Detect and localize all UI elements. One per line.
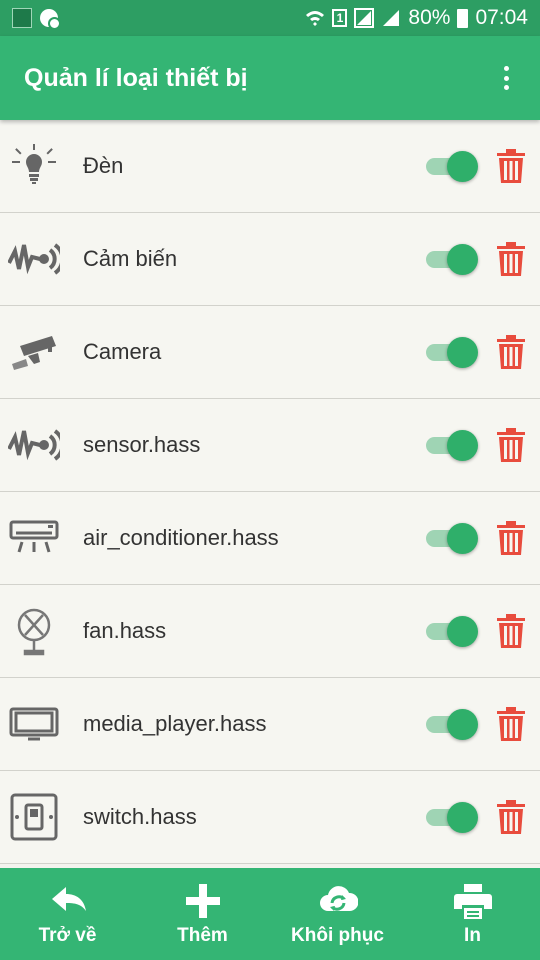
delete-icon[interactable] [496,427,526,463]
enable-toggle[interactable] [426,523,478,554]
enable-toggle[interactable] [426,244,478,275]
device-type-label: fan.hass [83,618,167,643]
device-type-list: Đèn Cảm biến Camera sensor.hass air_cond… [0,120,540,868]
app-bar: Quản lí loại thiết bị [0,36,540,120]
cloud-sync-icon [319,886,358,911]
back-button-label: Trở về [38,925,97,946]
switch-icon [6,789,62,845]
device-type-label: sensor.hass [83,432,201,457]
enable-toggle[interactable] [426,430,478,461]
back-arrow-icon [51,887,86,911]
delete-icon[interactable] [496,334,526,370]
enable-toggle[interactable] [426,337,478,368]
signal-icon-2 [383,10,400,26]
battery-icon [457,8,469,28]
status-bar: 1 80% 07:04 [0,0,540,36]
signal-icon [354,8,375,28]
add-button[interactable]: Thêm [135,868,270,960]
add-button-label: Thêm [177,925,228,946]
tv-icon [6,696,62,752]
more-vert-icon[interactable] [496,63,516,93]
air-conditioner-icon [6,510,62,566]
bottom-action-bar: Trở về Thêm Khôi phục In [0,868,540,960]
sensor-icon [6,417,62,473]
delete-icon[interactable] [496,148,526,184]
wifi-icon [306,11,325,26]
sensor-icon [6,231,62,287]
list-item[interactable]: Cảm biến [0,213,540,306]
device-type-label: Cảm biến [83,246,178,271]
delete-icon[interactable] [496,241,526,277]
lightbulb-icon [6,138,62,194]
list-item[interactable]: Đèn [0,120,540,213]
camera-icon [6,324,62,380]
enable-toggle[interactable] [426,802,478,833]
list-item[interactable]: air_conditioner.hass [0,492,540,585]
battery-percent: 80% [408,6,451,29]
back-button[interactable]: Trở về [0,868,135,960]
device-type-label: switch.hass [83,804,197,829]
list-item[interactable]: media_player.hass [0,678,540,771]
delete-icon[interactable] [496,799,526,835]
sim-indicator: 1 [332,9,348,27]
list-item[interactable]: fan.hass [0,585,540,678]
device-type-label: Đèn [83,153,124,178]
restore-button[interactable]: Khôi phục [270,868,405,960]
clock: 07:04 [475,6,528,29]
fan-icon [6,603,62,659]
device-type-label: media_player.hass [83,711,267,736]
enable-toggle[interactable] [426,151,478,182]
notification-icon [40,9,61,30]
restore-button-label: Khôi phục [291,925,384,946]
printer-icon [453,884,492,919]
enable-toggle[interactable] [426,616,478,647]
list-item[interactable]: sensor.hass [0,399,540,492]
plus-icon [185,884,220,918]
page-title: Quản lí loại thiết bị [24,63,248,92]
enable-toggle[interactable] [426,709,478,740]
device-type-label: air_conditioner.hass [83,525,279,550]
device-type-label: Camera [83,339,162,364]
delete-icon[interactable] [496,520,526,556]
list-item[interactable]: switch.hass [0,771,540,864]
delete-icon[interactable] [496,706,526,742]
delete-icon[interactable] [496,613,526,649]
list-item[interactable]: Camera [0,306,540,399]
gallery-notification-icon [12,8,32,28]
print-button-label: In [464,925,481,946]
print-button[interactable]: In [405,868,540,960]
